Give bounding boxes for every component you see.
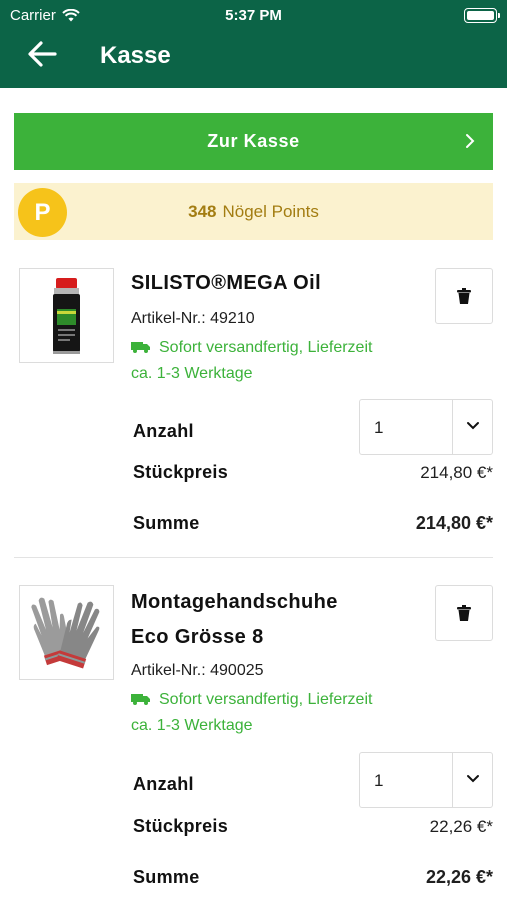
app-header: Carrier 5:37 PM Kasse [0,0,507,88]
arrow-left-icon [28,41,57,67]
product-name: SILISTO®MEGA Oil [131,272,322,294]
points-value: 348 [188,201,217,221]
quantity-select[interactable]: 1 [359,399,493,455]
page-title: Kasse [100,42,171,69]
points-badge: P [18,188,67,237]
spray-can-image [53,278,80,354]
item-divider [14,557,493,558]
status-bar: Carrier 5:37 PM [0,0,507,30]
quantity-label: Anzahl [133,421,194,441]
chevron-down-icon [467,775,479,783]
checkout-button[interactable]: Zur Kasse [14,113,493,170]
points-label: Nögel Points [222,201,319,221]
truck-icon [131,694,150,705]
shipping-info: Sofort versandfertig, Lieferzeit ca. 1-3… [131,687,372,739]
product-name: Montagehandschuhe [131,591,338,613]
unit-price-label: Stückpreis [133,816,229,836]
back-button[interactable] [22,38,62,70]
nav-bar: Kasse [0,30,507,88]
checkout-button-label: Zur Kasse [207,131,300,151]
gloves-image [31,597,100,669]
unit-price-value: 22,26 €* [429,817,493,836]
trash-icon [457,605,471,621]
quantity-value: 1 [374,771,384,790]
quantity-select[interactable]: 1 [359,752,493,808]
points-banner: 348 Nögel Points [14,183,493,240]
sum-label: Summe [133,513,200,533]
sum-label: Summe [133,867,200,887]
shipping-status: Sofort versandfertig, Lieferzeit [159,339,373,356]
unit-price-value: 214,80 €* [420,463,493,482]
status-time: 5:37 PM [225,7,282,24]
article-number: Artikel-Nr.: 490025 [131,662,264,679]
article-number: Artikel-Nr.: 49210 [131,310,255,327]
chevron-right-icon [466,134,475,148]
battery-icon [464,8,500,23]
unit-price-label: Stückpreis [133,462,229,482]
sum-value: 22,26 €* [425,867,493,887]
chevron-down-icon [467,422,479,430]
delete-button[interactable] [435,268,493,324]
trash-icon [457,288,471,304]
quantity-value: 1 [374,418,384,437]
shipping-info: Sofort versandfertig, Lieferzeit ca. 1-3… [131,335,372,387]
delete-button[interactable] [435,585,493,641]
select-divider [452,400,453,454]
delivery-time: ca. 1-3 Werktage [131,365,253,382]
product-name-line2: Eco Grösse 8 [131,626,264,648]
truck-icon [131,342,150,353]
sum-value: 214,80 €* [415,513,493,533]
select-divider [452,753,453,807]
delivery-time: ca. 1-3 Werktage [131,717,253,734]
quantity-label: Anzahl [133,774,194,794]
product-image [19,585,114,680]
shipping-status: Sofort versandfertig, Lieferzeit [159,691,373,708]
product-image [19,268,114,363]
